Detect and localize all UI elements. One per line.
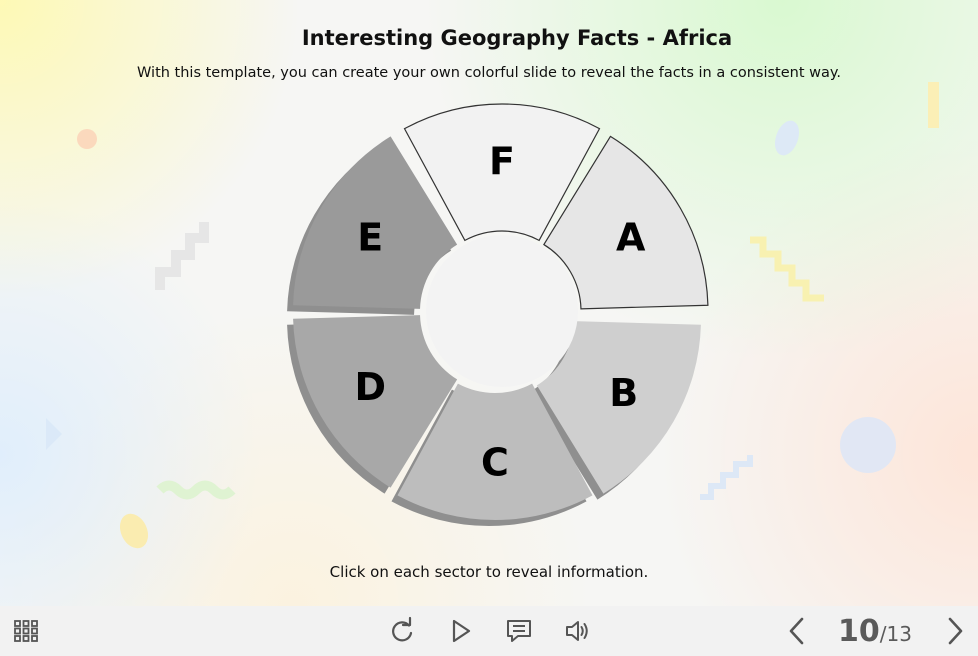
play-button[interactable] bbox=[446, 616, 476, 646]
page-counter: 10/13 bbox=[838, 614, 912, 649]
volume-icon bbox=[566, 621, 588, 641]
notes-icon bbox=[507, 620, 531, 642]
sector-wheel: A B C D E F bbox=[287, 103, 709, 526]
sector-label: E bbox=[357, 215, 383, 259]
volume-button[interactable] bbox=[562, 616, 592, 646]
instruction-text: Click on each sector to reveal informati… bbox=[329, 563, 649, 581]
page-current: 10 bbox=[838, 614, 880, 649]
page-total: 13 bbox=[886, 622, 912, 646]
prev-slide-button[interactable] bbox=[782, 616, 812, 646]
play-icon bbox=[452, 619, 471, 643]
slide-canvas: Interesting Geography Facts - Africa Wit… bbox=[0, 0, 978, 606]
grid-menu-button[interactable] bbox=[11, 616, 41, 646]
player-toolbar: 10/13 bbox=[0, 606, 978, 656]
sector-label: C bbox=[481, 441, 509, 485]
chevron-right-icon bbox=[948, 617, 963, 645]
replay-icon bbox=[392, 616, 413, 642]
replay-button[interactable] bbox=[387, 616, 417, 646]
notes-button[interactable] bbox=[504, 616, 534, 646]
page-separator: / bbox=[879, 622, 887, 646]
grid-menu-icon bbox=[14, 620, 38, 642]
sector-label: D bbox=[354, 365, 386, 409]
chevron-left-icon bbox=[789, 617, 804, 645]
sector-label: A bbox=[616, 215, 646, 259]
sector-label: B bbox=[609, 371, 638, 415]
wheel-center bbox=[426, 235, 578, 387]
next-slide-button[interactable] bbox=[940, 616, 970, 646]
sector-label: F bbox=[489, 140, 515, 184]
